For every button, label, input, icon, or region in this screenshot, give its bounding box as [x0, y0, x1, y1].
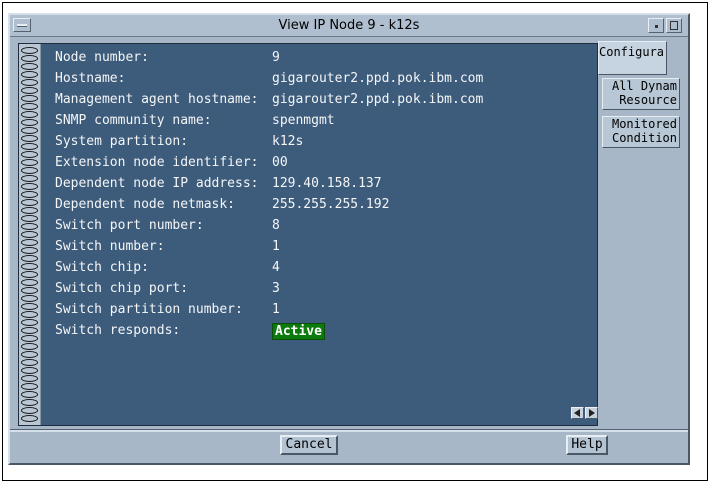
- tab-label: All Dynam: [611, 79, 677, 93]
- field-label: Extension node identifier:: [55, 155, 259, 170]
- spiral-coil: [21, 207, 38, 214]
- spiral-coil: [21, 159, 38, 166]
- field-value: 1: [272, 239, 280, 254]
- tab-label: Configura: [599, 45, 665, 59]
- spiral-coil: [21, 335, 38, 342]
- spiral-coil: [21, 119, 38, 126]
- field-label: Switch chip port:: [55, 281, 189, 296]
- field-label: SNMP community name:: [55, 113, 212, 128]
- spiral-coil: [21, 47, 38, 54]
- help-button[interactable]: Help: [566, 435, 608, 455]
- spiral-coil: [21, 343, 38, 350]
- field-label: Switch number:: [55, 239, 165, 254]
- spiral-coil: [21, 327, 38, 334]
- tab-label: Condition: [611, 131, 677, 145]
- field-label: Dependent node netmask:: [55, 197, 236, 212]
- field-label: System partition:: [55, 134, 189, 149]
- spiral-coil: [21, 239, 38, 246]
- notebook-page: Node number: 9 Hostname: gigarouter2.ppd…: [18, 43, 598, 426]
- spiral-coil: [21, 271, 38, 278]
- tab-monitored-conditions[interactable]: Monitored Condition: [602, 116, 680, 148]
- spiral-coil: [21, 135, 38, 142]
- spiral-binding-icon: [19, 44, 41, 425]
- spiral-coil: [21, 415, 38, 422]
- field-label: Switch responds:: [55, 323, 181, 338]
- spiral-coil: [21, 311, 38, 318]
- spiral-coil: [21, 295, 38, 302]
- field-value: 129.40.158.137: [272, 176, 382, 191]
- spiral-coil: [21, 95, 38, 102]
- spiral-coil: [21, 399, 38, 406]
- page-back-icon[interactable]: [571, 407, 584, 419]
- spiral-coil: [21, 71, 38, 78]
- field-value: 3: [272, 281, 280, 296]
- field-label: Dependent node IP address:: [55, 176, 259, 191]
- spiral-coil: [21, 151, 38, 158]
- spiral-coil: [21, 367, 38, 374]
- field-value: spenmgmt: [272, 113, 335, 128]
- field-label: Node number:: [55, 50, 149, 65]
- spiral-coil: [21, 391, 38, 398]
- view-ip-node-window: View IP Node 9 - k12s Node number: 9 Hos…: [8, 13, 690, 465]
- cancel-button[interactable]: Cancel: [280, 435, 338, 455]
- field-value: 00: [272, 155, 288, 170]
- tab-all-dynamic-resources[interactable]: All Dynam Resource: [602, 78, 680, 110]
- minimize-icon[interactable]: [648, 18, 664, 33]
- tab-label: Resource: [619, 93, 677, 107]
- separator: [10, 429, 688, 432]
- spiral-coil: [21, 63, 38, 70]
- window-title: View IP Node 9 - k12s: [278, 18, 420, 33]
- spiral-coil: [21, 223, 38, 230]
- spiral-coil: [21, 167, 38, 174]
- field-label: Switch chip:: [55, 260, 149, 275]
- status-badge: Active: [272, 323, 325, 340]
- spiral-coil: [21, 263, 38, 270]
- field-label: Switch partition number:: [55, 302, 243, 317]
- spiral-coil: [21, 191, 38, 198]
- field-value: 8: [272, 218, 280, 233]
- spiral-coil: [21, 255, 38, 262]
- field-label: Switch port number:: [55, 218, 204, 233]
- spiral-coil: [21, 247, 38, 254]
- spiral-coil: [21, 103, 38, 110]
- spiral-coil: [21, 79, 38, 86]
- field-value: gigarouter2.ppd.pok.ibm.com: [272, 71, 484, 86]
- field-value: 4: [272, 260, 280, 275]
- spiral-coil: [21, 143, 38, 150]
- spiral-coil: [21, 199, 38, 206]
- spiral-coil: [21, 55, 38, 62]
- spiral-coil: [21, 231, 38, 238]
- spiral-coil: [21, 319, 38, 326]
- spiral-coil: [21, 111, 38, 118]
- field-label: Hostname:: [55, 71, 126, 86]
- spiral-coil: [21, 303, 38, 310]
- spiral-coil: [21, 383, 38, 390]
- spiral-coil: [21, 287, 38, 294]
- field-label: Management agent hostname:: [55, 92, 259, 107]
- tab-configuration[interactable]: Configura: [598, 41, 668, 75]
- field-value: k12s: [272, 134, 304, 149]
- spiral-coil: [21, 87, 38, 94]
- maximize-icon[interactable]: [666, 18, 682, 33]
- field-value: 1: [272, 302, 280, 317]
- spiral-coil: [21, 407, 38, 414]
- node-properties: Node number: 9 Hostname: gigarouter2.ppd…: [41, 44, 597, 425]
- field-value: 9: [272, 50, 280, 65]
- field-value: 255.255.255.192: [272, 197, 390, 212]
- field-value: gigarouter2.ppd.pok.ibm.com: [272, 92, 484, 107]
- spiral-coil: [21, 279, 38, 286]
- spiral-coil: [21, 175, 38, 182]
- spiral-coil: [21, 215, 38, 222]
- spiral-coil: [21, 127, 38, 134]
- title-bar[interactable]: View IP Node 9 - k12s: [10, 15, 688, 37]
- page-forward-icon[interactable]: [585, 407, 598, 419]
- spiral-coil: [21, 183, 38, 190]
- spiral-coil: [21, 375, 38, 382]
- spiral-coil: [21, 351, 38, 358]
- spiral-coil: [21, 359, 38, 366]
- tab-label: Monitored: [611, 117, 677, 131]
